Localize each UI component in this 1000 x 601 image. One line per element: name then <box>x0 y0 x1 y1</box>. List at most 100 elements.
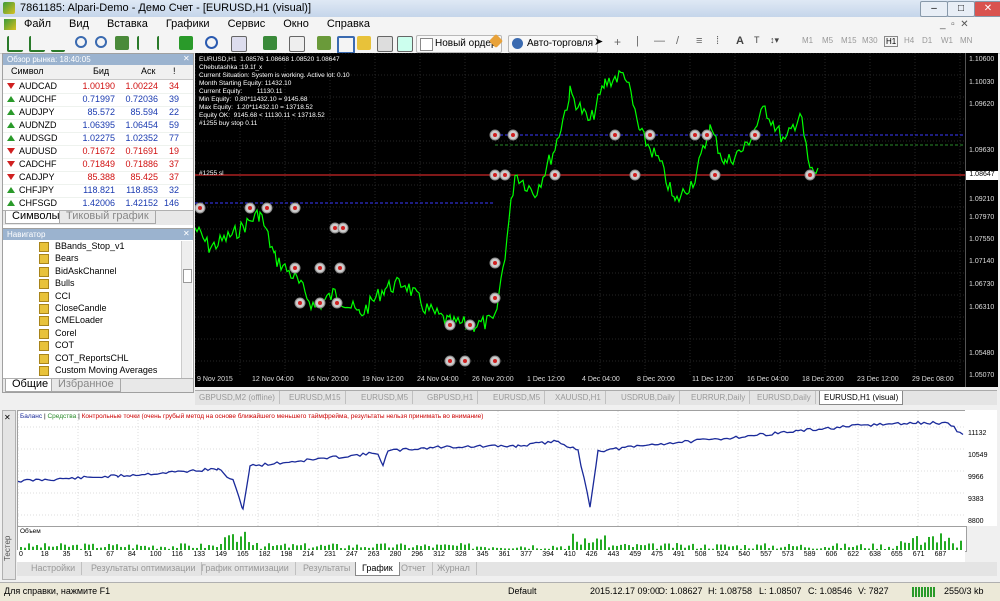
column-bid[interactable]: Бид <box>93 66 109 76</box>
close-icon[interactable]: ✕ <box>183 229 190 238</box>
chart-shift-icon[interactable] <box>156 35 172 51</box>
menu-insert[interactable]: Вставка <box>105 18 150 30</box>
metaeditor-icon[interactable] <box>488 33 506 51</box>
navigator-item[interactable]: Bears <box>39 253 179 265</box>
navigator-item[interactable]: CMELoader <box>39 315 179 327</box>
timeframe-d1[interactable]: D1 <box>922 36 932 45</box>
mdi-controls[interactable]: _ ▫ ✕ <box>940 19 969 30</box>
indicators-icon[interactable] <box>178 35 194 51</box>
timeframe-h4[interactable]: H4 <box>904 36 914 45</box>
tester-tab[interactable]: График <box>355 562 400 576</box>
periods-icon[interactable] <box>204 35 220 51</box>
candlestick-icon[interactable] <box>28 35 45 52</box>
bar-chart-icon[interactable] <box>6 35 23 52</box>
minimize-button[interactable]: – <box>920 1 948 17</box>
tab-common[interactable]: Общие <box>5 379 56 392</box>
tester-tab[interactable]: Настройки <box>25 562 83 575</box>
trendline-icon[interactable]: / <box>676 35 692 51</box>
close-icon[interactable]: ✕ <box>183 54 190 63</box>
menu-view[interactable]: Вид <box>67 18 91 30</box>
timeframe-h1[interactable]: H1 <box>884 36 899 47</box>
timeframe-m15[interactable]: M15 <box>841 36 857 45</box>
chart-tab[interactable]: EURRUR,Daily <box>687 391 751 404</box>
chart-tab[interactable]: GBPUSD,H1 <box>423 391 479 404</box>
table-row[interactable]: CHFJPY 118.821 118.853 32 <box>3 184 193 198</box>
tester-tab[interactable]: График оптимизации <box>195 562 296 575</box>
crosshair-icon[interactable]: + <box>614 35 630 51</box>
table-row[interactable]: AUDSGD 1.02275 1.02352 77 <box>3 132 193 146</box>
timeframe-m1[interactable]: M1 <box>802 36 813 45</box>
cursor-icon[interactable]: ➤ <box>594 35 610 51</box>
table-row[interactable]: AUDNZD 1.06395 1.06454 59 <box>3 119 193 133</box>
table-row[interactable]: CHFSGD 1.42006 1.42152 146 <box>3 197 193 211</box>
navigator-scrollbar[interactable] <box>181 241 192 381</box>
timeframe-mn[interactable]: MN <box>960 36 972 45</box>
maximize-button[interactable]: □ <box>947 1 975 17</box>
line-chart-icon[interactable] <box>50 35 66 52</box>
chart-tab[interactable]: XAUUSD,H1 <box>551 391 606 404</box>
navigator-item[interactable]: CloseCandle <box>39 303 179 315</box>
terminal-icon[interactable] <box>376 35 393 52</box>
print-icon[interactable] <box>288 35 305 52</box>
navigator-item[interactable]: Corel <box>39 328 179 340</box>
table-row[interactable]: AUDUSD 0.71672 0.71691 19 <box>3 145 193 159</box>
text-icon[interactable]: A <box>736 35 752 51</box>
chart-tab[interactable]: EURUSD,M5 <box>357 391 414 404</box>
templates-icon[interactable] <box>230 35 247 52</box>
chart-tab[interactable]: EURUSD,H1 (visual) <box>819 391 904 405</box>
table-row[interactable]: AUDJPY 85.572 85.594 22 <box>3 106 193 120</box>
menu-charts[interactable]: Графики <box>164 18 212 30</box>
timeframe-m5[interactable]: M5 <box>822 36 833 45</box>
connection-indicator[interactable] <box>912 587 936 597</box>
text-label-icon[interactable]: T <box>754 35 770 51</box>
navigator-item[interactable]: BBands_Stop_v1 <box>39 241 179 253</box>
tester-tab[interactable]: Отчет <box>395 562 433 575</box>
tab-favorites[interactable]: Избранное <box>51 379 121 392</box>
close-button[interactable]: ✕ <box>974 1 1000 17</box>
navigator-item[interactable]: CCI <box>39 291 179 303</box>
table-row[interactable]: CADJPY 85.388 85.425 37 <box>3 171 193 185</box>
chart-tab[interactable]: GBPUSD,M2 (offline) <box>195 391 280 404</box>
column-spread[interactable]: ! <box>173 66 176 76</box>
navigator-item[interactable]: BidAskChannel <box>39 266 179 278</box>
table-row[interactable]: AUDCHF 0.71997 0.72036 39 <box>3 93 193 107</box>
chart-tab[interactable]: EURUSD,M5 <box>489 391 546 404</box>
menu-tools[interactable]: Сервис <box>226 18 268 30</box>
price-chart[interactable]: EURUSD,H1 1.08576 1.08668 1.08520 1.0864… <box>195 53 965 387</box>
navigator-item[interactable]: Custom Moving Averages <box>39 365 179 377</box>
table-row[interactable]: CADCHF 0.71849 0.71886 37 <box>3 158 193 172</box>
navigator-item[interactable]: COT_ReportsCHL <box>39 353 179 365</box>
zoom-out-icon[interactable] <box>94 35 110 51</box>
tab-symbols[interactable]: Символы <box>5 211 67 224</box>
tab-tick-chart[interactable]: Тиковый график <box>59 211 156 224</box>
vertical-line-icon[interactable]: | <box>636 35 652 51</box>
menu-help[interactable]: Справка <box>325 18 372 30</box>
horizontal-line-icon[interactable]: — <box>654 35 670 51</box>
column-ask[interactable]: Аск <box>141 66 155 76</box>
column-symbol[interactable]: Символ <box>11 66 43 76</box>
channel-icon[interactable]: ≡ <box>696 35 712 51</box>
market-watch-icon[interactable] <box>316 35 332 51</box>
chart-tab[interactable]: USDRUB,Daily <box>617 391 680 404</box>
menu-file[interactable]: Файл <box>22 18 53 30</box>
menu-window[interactable]: Окно <box>281 18 311 30</box>
autoscroll-icon[interactable] <box>136 35 152 51</box>
arrows-icon[interactable]: ↕▾ <box>770 35 786 51</box>
zoom-in-icon[interactable] <box>74 35 90 51</box>
navigator-item[interactable]: COT <box>39 340 179 352</box>
profiles-icon[interactable] <box>262 35 278 51</box>
close-icon[interactable]: ✕ <box>4 413 11 422</box>
timeframe-w1[interactable]: W1 <box>941 36 953 45</box>
tester-tab[interactable]: Результаты <box>297 562 358 575</box>
navigator-item[interactable]: Bulls <box>39 278 179 290</box>
tester-tab[interactable]: Результаты оптимизации <box>85 562 203 575</box>
navigator-icon[interactable] <box>356 35 372 51</box>
chart-tab[interactable]: EURUSD,Daily <box>753 391 816 404</box>
tile-windows-icon[interactable] <box>114 35 130 51</box>
fibonacci-icon[interactable]: ⁞ <box>716 35 732 51</box>
tester-tab[interactable]: Журнал <box>431 562 477 575</box>
timeframe-m30[interactable]: M30 <box>862 36 878 45</box>
data-window-icon[interactable] <box>336 35 355 54</box>
new-order-button[interactable]: Новый ордер <box>416 35 502 53</box>
chart-tab[interactable]: EURUSD,M15 <box>285 391 346 404</box>
